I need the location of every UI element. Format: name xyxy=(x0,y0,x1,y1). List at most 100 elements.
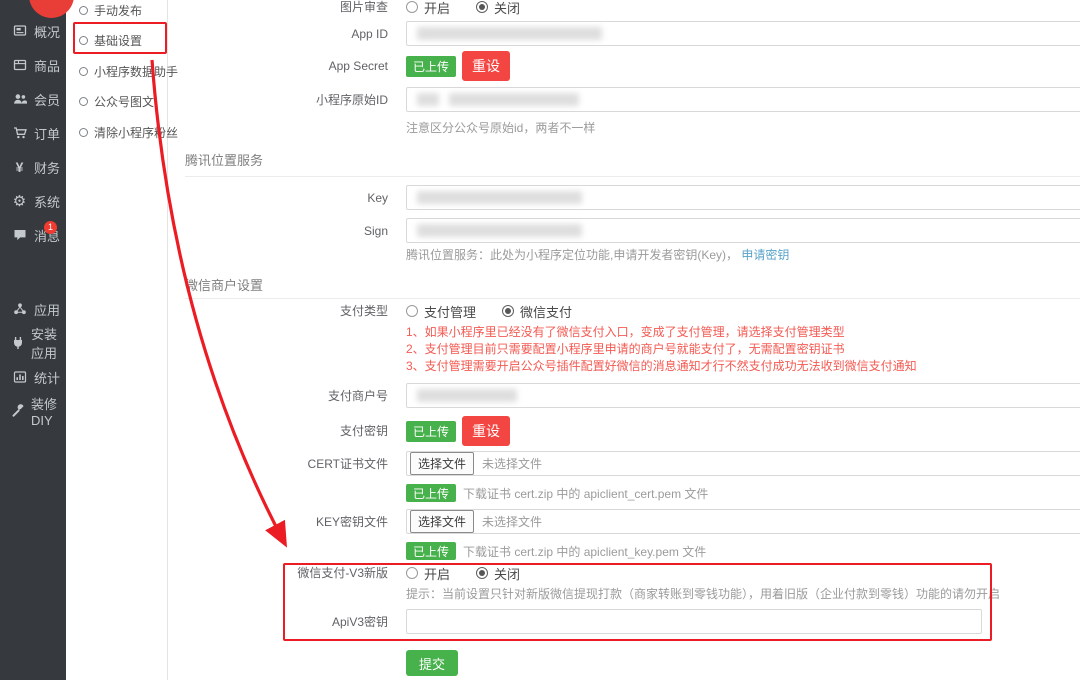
redacted-value xyxy=(449,93,579,106)
submenu-item-label: 清除小程序粉丝 xyxy=(94,124,178,141)
sidebar-item-install-apps[interactable]: 安装应用 xyxy=(0,326,66,360)
merchant-no-label: 支付商户号 xyxy=(168,383,406,409)
sidebar-item-members[interactable]: 会员 xyxy=(0,82,66,116)
pay-type-option-wechat[interactable]: 微信支付 xyxy=(502,302,572,321)
sidebar-item-orders[interactable]: 订单 xyxy=(0,116,66,150)
redacted-value xyxy=(417,93,439,106)
radio-unchecked-icon[interactable] xyxy=(406,567,418,579)
radio-checked-icon[interactable] xyxy=(476,567,488,579)
uploaded-badge: 已上传 xyxy=(406,542,456,560)
section-title-wechat-merchant: 微信商户设置 xyxy=(185,275,263,294)
sidebar-item-label: 安装应用 xyxy=(31,324,66,362)
apiv3-key-row: ApiV3密钥 xyxy=(168,609,1080,635)
original-id-label: 小程序原始ID xyxy=(168,87,406,113)
message-icon xyxy=(11,228,28,242)
merchant-no-row: 支付商户号 xyxy=(168,383,1080,409)
app-secret-row: App Secret 已上传 重设 xyxy=(168,51,1080,81)
location-hint: 腾讯位置服务：此处为小程序定位功能,申请开发者密钥(Key)， 申请密钥 xyxy=(406,246,1080,263)
cert-file-label: CERT证书文件 xyxy=(168,451,406,477)
location-key-label: Key xyxy=(168,185,406,211)
sidebar-item-messages[interactable]: 消息 1 xyxy=(0,218,66,252)
sidebar-spacer xyxy=(0,252,66,292)
sidebar-item-apps[interactable]: 应用 xyxy=(0,292,66,326)
settings-submenu: 手动发布 基础设置 小程序数据助手 公众号图文 清除小程序粉丝 xyxy=(66,0,168,680)
submenu-item-label: 手动发布 xyxy=(94,2,142,19)
orders-icon xyxy=(11,126,28,140)
submit-row: 提交 xyxy=(168,650,1080,676)
section-divider xyxy=(185,176,1080,177)
choose-file-button[interactable]: 选择文件 xyxy=(410,452,474,475)
sidebar-item-system[interactable]: ⚙ 系统 xyxy=(0,184,66,218)
uploaded-badge: 已上传 xyxy=(406,56,456,77)
apiv3-key-label: ApiV3密钥 xyxy=(168,609,406,635)
redacted-value xyxy=(417,191,582,204)
submit-button[interactable]: 提交 xyxy=(406,650,458,676)
original-id-input[interactable] xyxy=(406,87,1080,112)
pay-type-label: 支付类型 xyxy=(168,304,406,318)
main-sidebar: 概况 商品 会员 订单 ¥ 财务 ⚙ 系统 消息 1 应用 xyxy=(0,0,66,680)
app-id-input[interactable] xyxy=(406,21,1080,46)
wechat-pay-v3-label: 微信支付-V3新版 xyxy=(168,566,406,580)
app-id-label: App ID xyxy=(168,21,406,47)
redacted-value xyxy=(417,27,602,40)
image-review-row: 图片审查 开启 关闭 xyxy=(168,0,1080,14)
sidebar-item-label: 应用 xyxy=(34,300,60,319)
pay-key-reset-button[interactable]: 重设 xyxy=(462,416,510,446)
pay-type-row: 支付类型 支付管理 微信支付 1、如果小程序里已经没有了微信支付入口，变成了支付… xyxy=(168,304,1080,375)
location-sign-label: Sign xyxy=(168,218,406,244)
pay-key-label: 支付密钥 xyxy=(168,416,406,446)
radio-icon xyxy=(79,67,88,76)
v3-option-off[interactable]: 关闭 xyxy=(476,564,520,583)
radio-unchecked-icon[interactable] xyxy=(406,305,418,317)
app-secret-reset-button[interactable]: 重设 xyxy=(462,51,510,81)
uploaded-badge: 已上传 xyxy=(406,484,456,502)
submenu-item-clear-fans[interactable]: 清除小程序粉丝 xyxy=(66,117,167,147)
submenu-item-official-articles[interactable]: 公众号图文 xyxy=(66,86,167,116)
cert-file-note: 下载证书 cert.zip 中的 apiclient_cert.pem 文件 xyxy=(463,485,708,502)
sidebar-item-diy[interactable]: 装修DIY xyxy=(0,394,66,428)
location-sign-input[interactable] xyxy=(406,218,1080,243)
radio-icon xyxy=(79,128,88,137)
radio-unchecked-icon[interactable] xyxy=(406,1,418,13)
sidebar-item-overview[interactable]: 概况 xyxy=(0,14,66,48)
no-file-text: 未选择文件 xyxy=(482,513,542,530)
submenu-item-label: 公众号图文 xyxy=(94,93,154,110)
apply-key-link[interactable]: 申请密钥 xyxy=(741,248,789,262)
sidebar-item-label: 系统 xyxy=(34,192,60,211)
image-review-option-on[interactable]: 开启 xyxy=(406,0,450,17)
apiv3-key-input[interactable] xyxy=(406,609,982,634)
image-review-label: 图片审查 xyxy=(168,0,406,14)
radio-checked-icon[interactable] xyxy=(476,1,488,13)
pay-type-warning-2: 2、支付管理目前只需要配置小程序里申请的商户号就能支付了，无需配置密钥证书 xyxy=(406,341,1080,358)
merchant-no-input[interactable] xyxy=(406,383,1080,408)
section-divider xyxy=(185,298,1080,299)
pay-type-warning-1: 1、如果小程序里已经没有了微信支付入口，变成了支付管理，请选择支付管理类型 xyxy=(406,324,1080,341)
sidebar-item-stats[interactable]: 统计 xyxy=(0,360,66,394)
page: 概况 商品 会员 订单 ¥ 财务 ⚙ 系统 消息 1 应用 xyxy=(0,0,1080,680)
choose-file-button[interactable]: 选择文件 xyxy=(410,510,474,533)
submenu-item-basic-settings[interactable]: 基础设置 xyxy=(66,25,167,55)
original-id-row: 小程序原始ID 注意区分公众号原始id，两者不一样 xyxy=(168,87,1080,136)
cert-file-input[interactable]: 选择文件 未选择文件 xyxy=(406,451,1080,476)
sidebar-item-label: 财务 xyxy=(34,158,60,177)
image-review-option-off[interactable]: 关闭 xyxy=(476,0,520,17)
submenu-item-data-assistant[interactable]: 小程序数据助手 xyxy=(66,56,167,86)
sidebar-item-label: 会员 xyxy=(34,90,60,109)
goods-icon xyxy=(11,58,28,72)
finance-icon: ¥ xyxy=(11,159,28,175)
radio-checked-icon[interactable] xyxy=(502,305,514,317)
location-key-input[interactable] xyxy=(406,185,1080,210)
sidebar-item-goods[interactable]: 商品 xyxy=(0,48,66,82)
pay-type-option-manage[interactable]: 支付管理 xyxy=(406,302,476,321)
sidebar-item-finance[interactable]: ¥ 财务 xyxy=(0,150,66,184)
location-key-row: Key xyxy=(168,185,1080,211)
radio-icon xyxy=(79,36,88,45)
v3-option-on[interactable]: 开启 xyxy=(406,564,450,583)
pay-type-warning-3: 3、支付管理需要开启公众号插件配置好微信的消息通知才行不然支付成功无法收到微信支… xyxy=(406,358,1080,375)
key-file-input[interactable]: 选择文件 未选择文件 xyxy=(406,509,1080,534)
wechat-pay-v3-row: 微信支付-V3新版 开启 关闭 提示：当前设置只针对新版微信提现打款（商家转账到… xyxy=(168,566,1080,602)
system-icon: ⚙ xyxy=(11,192,28,210)
no-file-text: 未选择文件 xyxy=(482,455,542,472)
key-file-label: KEY密钥文件 xyxy=(168,509,406,535)
submenu-item-manual-publish[interactable]: 手动发布 xyxy=(66,0,167,25)
